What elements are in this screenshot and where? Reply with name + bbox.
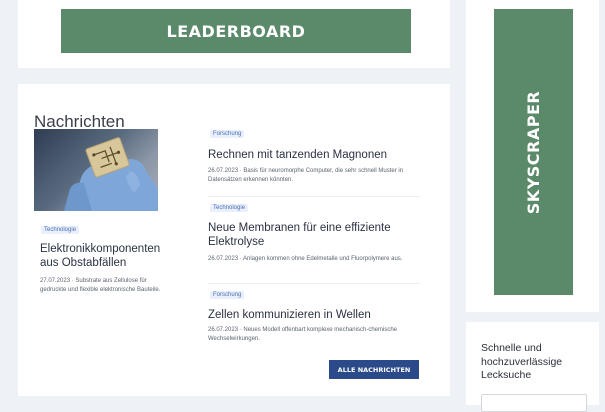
sidebar-promo-text[interactable]: Schnelle und hochzuverlässige Lecksuche bbox=[481, 342, 591, 383]
featured-article-meta: 27.07.2023 · Substrate aus Zellulose für… bbox=[40, 278, 161, 293]
sidebar-promo-button[interactable] bbox=[481, 394, 587, 412]
article-meta: 26.07.2023 · Neues Modell offenbart komp… bbox=[208, 327, 397, 342]
article-meta: 26.07.2023 · Basis für neuromorphe Compu… bbox=[208, 168, 404, 183]
article-meta: 26.07.2023 · Anlagen kommen ohne Edelmet… bbox=[208, 256, 403, 262]
article-title[interactable]: Neue Membranen für eine effiziente Elekt… bbox=[208, 222, 418, 250]
skyscraper-ad-label: SKYSCRAPER bbox=[524, 90, 544, 214]
article-divider bbox=[208, 283, 420, 284]
article-tag[interactable]: Forschung bbox=[210, 291, 245, 299]
article-divider bbox=[208, 196, 420, 197]
featured-article-tag[interactable]: Technologie bbox=[41, 226, 80, 234]
article-title[interactable]: Rechnen mit tanzenden Magnonen bbox=[208, 149, 428, 163]
chip-in-glove-image bbox=[64, 137, 158, 211]
article-tag[interactable]: Technologie bbox=[210, 204, 249, 212]
article-tag[interactable]: Forschung bbox=[210, 130, 245, 138]
featured-article-image[interactable] bbox=[34, 129, 158, 211]
article-title[interactable]: Zellen kommunizieren in Wellen bbox=[208, 309, 428, 323]
skyscraper-ad[interactable]: SKYSCRAPER bbox=[494, 9, 573, 295]
leaderboard-ad[interactable]: LEADERBOARD bbox=[61, 9, 411, 53]
featured-article-title[interactable]: Elektronikkomponenten aus Obstabfällen bbox=[40, 243, 170, 271]
all-news-button[interactable]: ALLE NACHRICHTEN bbox=[329, 360, 419, 379]
